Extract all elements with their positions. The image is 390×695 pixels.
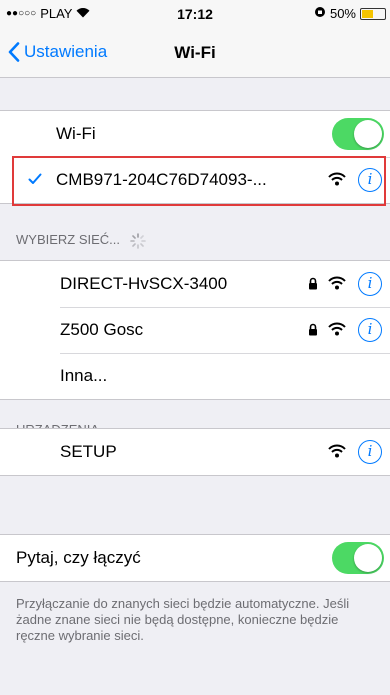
ask-join-label: Pytaj, czy łączyć xyxy=(16,548,141,567)
lock-icon xyxy=(309,277,317,290)
network-name: Z500 Gosc xyxy=(60,320,144,339)
wifi-toggle[interactable] xyxy=(332,118,384,150)
connected-network-name: CMB971-204C76D74093-... xyxy=(56,170,267,189)
navigation-bar: Ustawienia Wi-Fi xyxy=(0,28,390,78)
other-network-row[interactable]: Inna... xyxy=(0,353,390,399)
ask-join-toggle[interactable] xyxy=(332,542,384,574)
ask-join-row: Pytaj, czy łączyć xyxy=(0,535,390,581)
status-right: 50% xyxy=(314,6,386,21)
page-title: Wi-Fi xyxy=(174,43,216,62)
wifi-signal-icon xyxy=(328,322,346,336)
orientation-lock-icon xyxy=(314,6,326,21)
device-row[interactable]: SETUP i xyxy=(0,429,390,475)
toggle-knob xyxy=(354,544,382,572)
status-bar: ●●○○○ PLAY 17:12 50% xyxy=(0,0,390,28)
toggle-knob xyxy=(354,120,382,148)
battery-icon xyxy=(360,7,386,20)
loading-spinner-icon xyxy=(129,232,146,249)
connected-network-row[interactable]: CMB971-204C76D74093-... i xyxy=(0,157,390,203)
wifi-toggle-row: Wi-Fi xyxy=(0,111,390,157)
other-network-label: Inna... xyxy=(60,366,108,385)
networks-section-header: WYBIERZ SIEĆ... xyxy=(16,232,146,249)
networks-header-text: WYBIERZ SIEĆ... xyxy=(16,232,121,247)
device-name: SETUP xyxy=(60,442,117,461)
lock-icon xyxy=(309,323,317,336)
wifi-signal-icon xyxy=(328,172,346,186)
info-icon[interactable]: i xyxy=(358,272,382,296)
info-icon[interactable]: i xyxy=(358,318,382,342)
ask-join-group: Pytaj, czy łączyć xyxy=(0,534,390,582)
info-icon[interactable]: i xyxy=(358,440,382,464)
ask-join-footer: Przyłączanie do znanych sieci będzie aut… xyxy=(16,596,350,643)
wifi-toggle-label: Wi-Fi xyxy=(56,124,96,143)
info-icon[interactable]: i xyxy=(358,168,382,192)
battery-percent: 50% xyxy=(329,6,356,21)
wifi-signal-icon xyxy=(328,444,346,458)
network-name: DIRECT-HvSCX-3400 xyxy=(60,274,228,293)
wifi-group: Wi-Fi CMB971-204C76D74093-... i xyxy=(0,110,390,204)
network-row[interactable]: DIRECT-HvSCX-3400 i xyxy=(0,261,390,307)
networks-list: DIRECT-HvSCX-3400 i Z500 Gosc i Inna... xyxy=(0,260,390,400)
wifi-signal-icon xyxy=(328,276,346,290)
checkmark-icon xyxy=(28,173,42,184)
network-row[interactable]: Z500 Gosc i xyxy=(0,307,390,353)
devices-list: SETUP i xyxy=(0,428,390,476)
